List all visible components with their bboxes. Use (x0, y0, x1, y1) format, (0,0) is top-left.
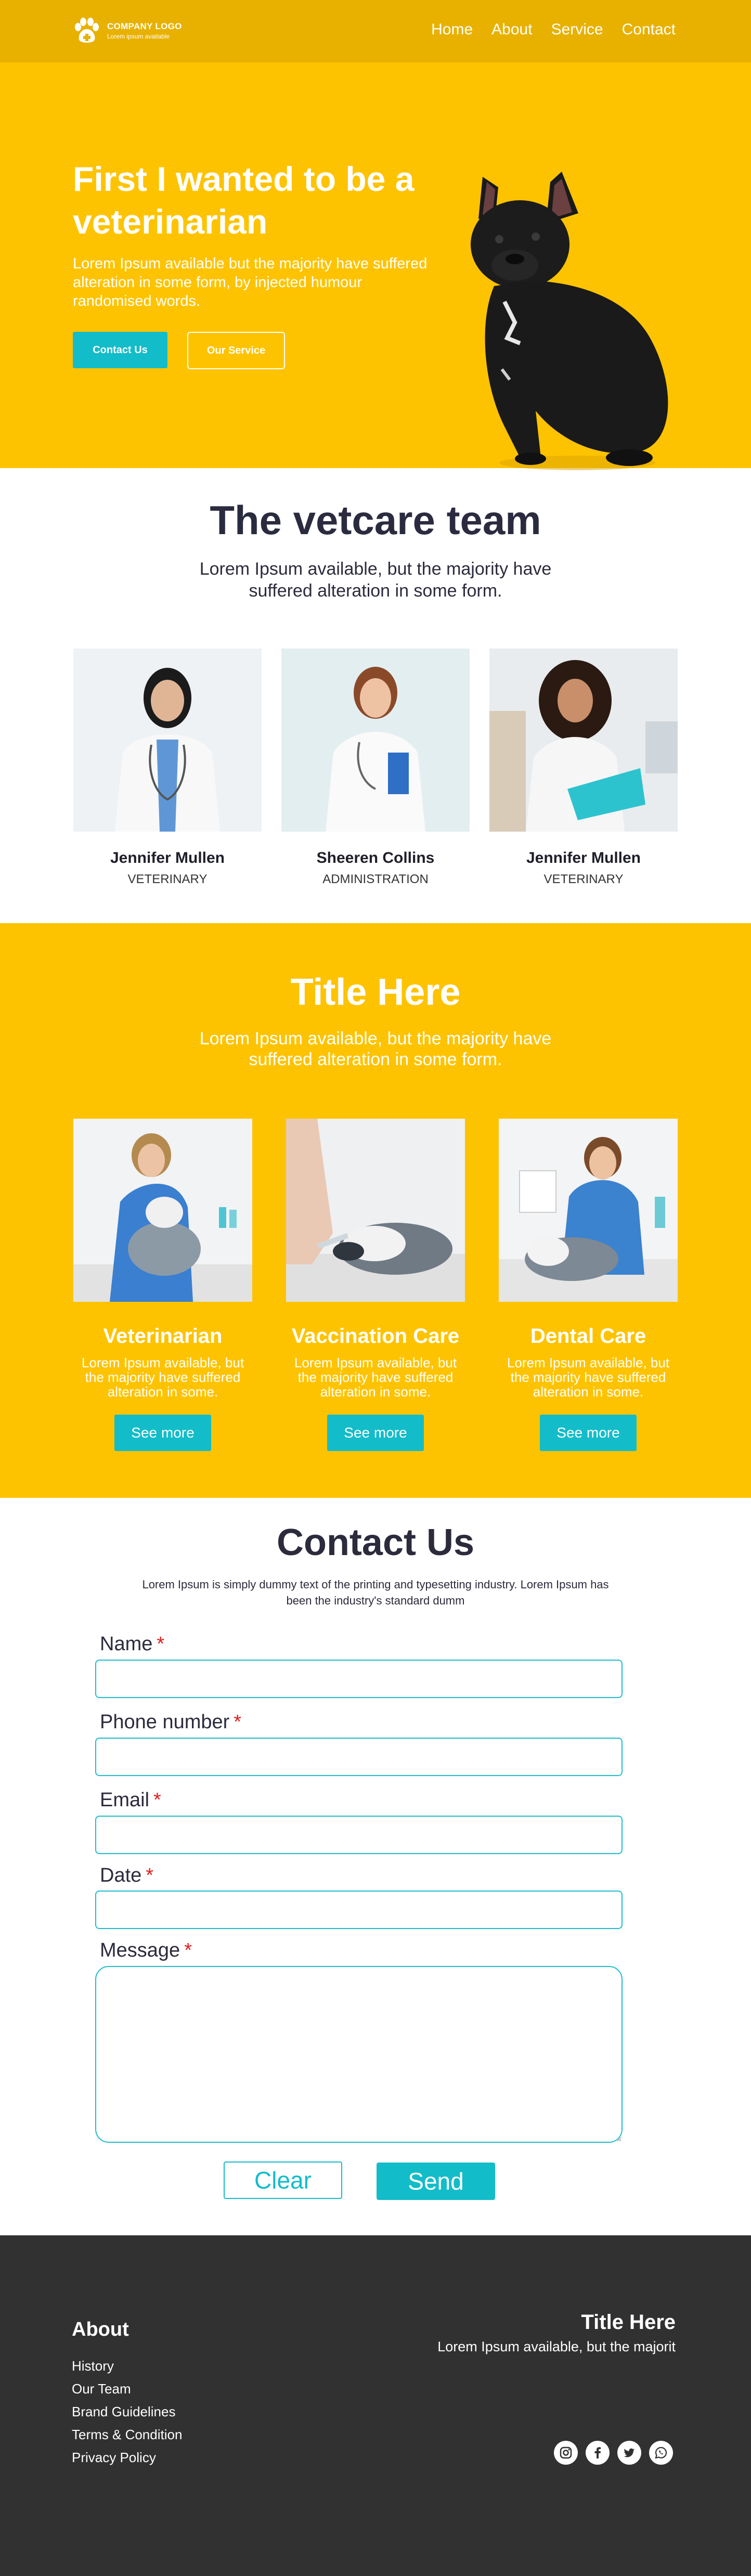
name-field[interactable] (95, 1660, 623, 1698)
hero-section: First I wanted to be a veterinarian Lore… (0, 62, 751, 470)
see-more-button[interactable]: See more (540, 1415, 637, 1451)
contact-us-button[interactable]: Contact Us (73, 332, 167, 368)
site-footer: About History Our Team Brand Guidelines … (0, 2235, 751, 2576)
date-label-text: Date (100, 1865, 142, 1886)
footer-title: Title Here (581, 2311, 676, 2334)
date-field[interactable] (95, 1891, 623, 1929)
service-name: Veterinarian (103, 1325, 223, 1348)
required-mark: * (153, 1789, 161, 1811)
contact-title: Contact Us (276, 1522, 475, 1563)
contact-description: Lorem Ipsum is simply dummy text of the … (142, 1578, 609, 1607)
footer-about-title: About (72, 2319, 129, 2340)
whatsapp-icon[interactable] (649, 2441, 673, 2465)
required-mark: * (234, 1711, 242, 1733)
team-member-card: Jennifer Mullen VETERINARY (489, 649, 678, 887)
service-card: Veterinarian Lorem Ipsum available, but … (73, 1119, 252, 1451)
services-description: Lorem Ipsum available, but the majority … (199, 1029, 552, 1069)
nav-service[interactable]: Service (551, 21, 603, 38)
service-name: Vaccination Care (291, 1325, 460, 1348)
message-label: Message * (100, 1939, 192, 1962)
team-member-photo (489, 649, 678, 832)
nav-contact[interactable]: Contact (622, 21, 676, 38)
required-mark: * (146, 1865, 154, 1886)
service-description: Lorem Ipsum available, but the majority … (507, 1355, 670, 1400)
team-member-name: Jennifer Mullen (526, 849, 641, 866)
hero-description: Lorem Ipsum available but the majority h… (73, 255, 428, 309)
team-member-photo (281, 649, 470, 832)
services-title: Title Here (290, 972, 461, 1013)
footer-link-brand-guidelines[interactable]: Brand Guidelines (72, 2400, 182, 2423)
email-label: Email * (100, 1789, 161, 1811)
phone-label: Phone number * (100, 1711, 241, 1733)
phone-label-text: Phone number (100, 1711, 230, 1733)
team-member-role: VETERINARY (543, 872, 624, 886)
see-more-button[interactable]: See more (327, 1415, 424, 1451)
footer-links: History Our Team Brand Guidelines Terms … (72, 2354, 182, 2469)
company-logo[interactable]: COMPANY LOGO Lorem ipsum available (72, 16, 182, 46)
twitter-icon[interactable] (617, 2441, 641, 2465)
send-button[interactable]: Send (377, 2163, 495, 2200)
see-more-button[interactable]: See more (114, 1415, 211, 1451)
service-photo (286, 1119, 465, 1302)
team-member-photo (73, 649, 262, 832)
social-links (554, 2441, 673, 2465)
team-description: Lorem Ipsum available, but the majority … (199, 559, 552, 601)
name-label-text: Name (100, 1633, 153, 1655)
service-photo (499, 1119, 678, 1302)
service-name: Dental Care (530, 1325, 646, 1348)
team-member-name: Sheeren Collins (316, 849, 435, 866)
our-service-button[interactable]: Our Service (187, 332, 285, 369)
email-label-text: Email (100, 1789, 150, 1811)
footer-link-privacy[interactable]: Privacy Policy (72, 2446, 182, 2469)
service-description: Lorem Ipsum available, but the majority … (81, 1355, 244, 1400)
message-field[interactable] (95, 1966, 623, 2143)
french-bulldog-image (458, 166, 687, 478)
site-header: COMPANY LOGO Lorem ipsum available Home … (0, 0, 751, 62)
team-member-card: Sheeren Collins ADMINISTRATION (281, 649, 470, 887)
footer-link-terms[interactable]: Terms & Condition (72, 2423, 182, 2446)
service-card: Vaccination Care Lorem Ipsum available, … (286, 1119, 465, 1451)
team-member-card: Jennifer Mullen VETERINARY (73, 649, 262, 887)
name-label: Name * (100, 1633, 164, 1655)
phone-field[interactable] (95, 1738, 623, 1776)
required-mark: * (184, 1939, 192, 1961)
service-description: Lorem Ipsum available, but the majority … (294, 1355, 457, 1400)
paw-icon (72, 16, 102, 46)
clear-button[interactable]: Clear (224, 2161, 342, 2199)
main-nav: Home About Service Contact (431, 21, 676, 38)
footer-link-our-team[interactable]: Our Team (72, 2377, 182, 2400)
team-member-role: VETERINARY (127, 872, 208, 886)
logo-tagline: Lorem ipsum available (107, 33, 170, 40)
email-field[interactable] (95, 1816, 623, 1854)
facebook-icon[interactable] (586, 2441, 610, 2465)
instagram-icon[interactable] (554, 2441, 578, 2465)
nav-about[interactable]: About (491, 21, 532, 38)
team-member-name: Jennifer Mullen (110, 849, 225, 866)
hero-title: First I wanted to be a veterinarian (73, 160, 415, 241)
services-section: Title Here Lorem Ipsum available, but th… (0, 923, 751, 1498)
date-label: Date * (100, 1865, 153, 1887)
message-label-text: Message (100, 1939, 180, 1961)
nav-home[interactable]: Home (431, 21, 473, 38)
team-member-role: ADMINISTRATION (322, 872, 429, 886)
service-card: Dental Care Lorem Ipsum available, but t… (499, 1119, 678, 1451)
logo-name: COMPANY LOGO (107, 21, 182, 31)
team-title: The vetcare team (210, 497, 541, 543)
service-photo (73, 1119, 252, 1302)
required-mark: * (157, 1633, 165, 1655)
footer-link-history[interactable]: History (72, 2354, 182, 2377)
footer-description: Lorem Ipsum available, but the majorit (437, 2339, 676, 2354)
